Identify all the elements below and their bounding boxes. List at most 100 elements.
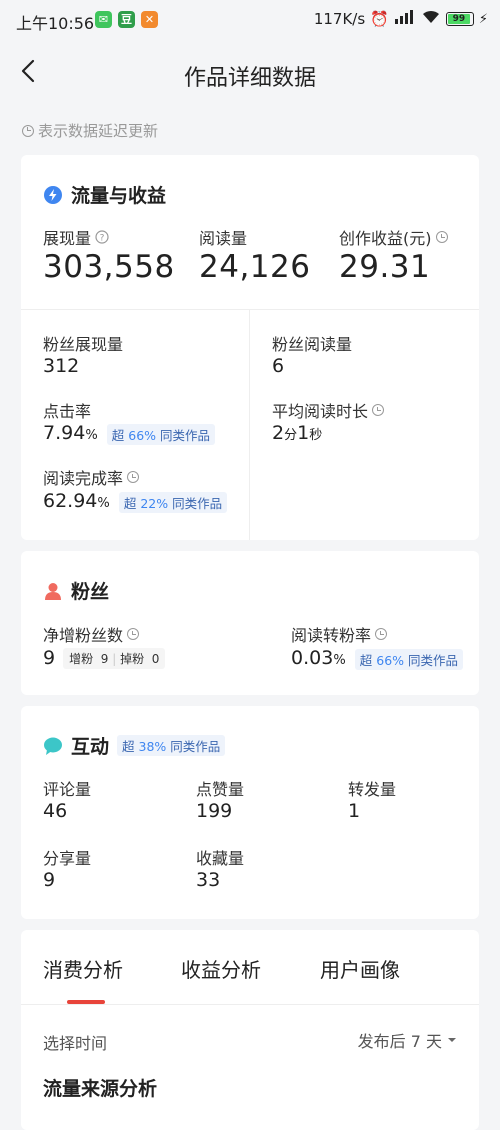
reads-label: 阅读量: [199, 229, 248, 248]
clock-icon: [372, 404, 385, 416]
exposure-label-text: 展现量: [43, 229, 92, 248]
avg-time-min: 2: [272, 422, 285, 444]
avg-time-value: 2分1秒: [272, 422, 322, 444]
tag-post: 同类作品: [170, 739, 221, 754]
tag-pct: 22%: [140, 496, 169, 511]
divider: [249, 309, 250, 540]
conv-value-row: 0.03% 超 66% 同类作品: [291, 647, 464, 670]
wifi-icon: [421, 10, 441, 28]
interaction-card-title: 互动 超 38% 同类作品: [43, 732, 226, 759]
tab-consumption[interactable]: 消费分析: [43, 954, 123, 983]
income-value: 29.31: [339, 249, 431, 285]
conv-tag: 超 66% 同类作品: [354, 649, 464, 670]
battery-icon: 99: [445, 12, 474, 26]
page-title: 作品详细数据: [183, 66, 316, 91]
completion-value-row: 62.94% 超 22% 同类作品: [43, 490, 228, 513]
fan-exposure-value: 312: [43, 355, 80, 377]
time-select-dropdown[interactable]: 发布后 7 天: [358, 1028, 457, 1052]
tag-pre: 超: [123, 496, 137, 511]
tag-pct: 66%: [128, 428, 157, 443]
fans-card-title: 粉丝: [43, 577, 109, 604]
time-select-label: 选择时间: [43, 1034, 108, 1053]
chat-bubble-icon: [44, 737, 62, 755]
battery-level: 99: [447, 14, 470, 24]
alarm-icon: ⏰: [370, 10, 389, 28]
traffic-card-title: 流量与收益: [43, 181, 166, 208]
traffic-title-text: 流量与收益: [71, 185, 167, 207]
reposts-value: 1: [348, 800, 361, 822]
completion-value: 62.94: [43, 490, 98, 512]
avg-time-label: 平均阅读时长: [272, 398, 385, 422]
clock-icon: [375, 628, 388, 640]
avg-time-label-text: 平均阅读时长: [272, 402, 369, 421]
douban-icon: 豆: [118, 11, 135, 28]
nav-bar: 作品详细数据: [0, 44, 500, 104]
favorites-value: 33: [196, 869, 221, 891]
net-fans-value: 9: [43, 647, 56, 669]
divider: [21, 309, 479, 310]
interaction-card: 互动 超 38% 同类作品 评论量 46 点赞量 199 转发量 1 分享量 9…: [21, 706, 479, 919]
fans-card: 粉丝 净增粉丝数 9 增粉 9 | 掉粉 0 阅读转粉率 0.03% 超 66%…: [21, 551, 479, 695]
avg-time-sec: 1: [297, 422, 310, 444]
signal-icon: [394, 10, 416, 28]
shares-value: 9: [43, 869, 56, 891]
charging-icon: ⚡: [478, 11, 488, 27]
reads-value: 24,126: [199, 249, 311, 285]
fans-title-text: 粉丝: [71, 581, 110, 603]
wechat-icon: ✉: [95, 11, 112, 28]
fan-reads-value: 6: [272, 355, 285, 377]
delay-note-text: 表示数据延迟更新: [38, 122, 159, 140]
income-label: 创作收益(元): [339, 225, 448, 249]
net-speed: 117K/s: [313, 10, 366, 28]
completion-label: 阅读完成率: [43, 465, 140, 489]
tag-post: 同类作品: [172, 496, 223, 511]
interaction-tag: 超 38% 同类作品: [117, 735, 226, 756]
app-notification-icon: ✕: [141, 11, 158, 28]
source-analysis-title: 流量来源分析: [43, 1078, 158, 1100]
tab-income[interactable]: 收益分析: [181, 954, 261, 983]
reposts-label: 转发量: [348, 780, 397, 799]
completion-tag: 超 22% 同类作品: [118, 492, 228, 513]
likes-label: 点赞量: [196, 780, 245, 799]
net-fans-row: 9 增粉 9 | 掉粉 0: [43, 647, 166, 669]
tag-post: 同类作品: [160, 428, 211, 443]
clock-icon: [435, 231, 448, 243]
tab-user-profile[interactable]: 用户画像: [320, 954, 400, 983]
user-icon: [45, 582, 61, 600]
fan-reads-label: 粉丝阅读量: [272, 335, 353, 354]
divider: [21, 1004, 479, 1005]
exposure-value: 303,558: [43, 249, 175, 285]
analysis-tabs: 消费分析 收益分析 用户画像 选择时间 发布后 7 天 流量来源分析: [21, 930, 479, 1130]
time-select-value: 发布后 7 天: [357, 1032, 442, 1051]
ctr-value: 7.94: [43, 422, 86, 444]
help-icon[interactable]: ?: [95, 230, 109, 244]
exposure-label: 展现量 ?: [43, 225, 109, 249]
net-fans-label: 净增粉丝数: [43, 622, 140, 646]
tag-post: 同类作品: [408, 653, 459, 668]
comments-value: 46: [43, 800, 68, 822]
completion-label-text: 阅读完成率: [43, 469, 124, 488]
ctr-value-row: 7.94% 超 66% 同类作品: [43, 422, 216, 445]
tag-pct: 38%: [138, 739, 167, 754]
caret-down-icon: [448, 1038, 456, 1042]
lose-value: 0: [151, 651, 160, 666]
clock-icon: [127, 471, 140, 483]
gain-value: 9: [100, 651, 109, 666]
clock-icon: [22, 124, 34, 137]
avg-time-min-unit: 分: [284, 428, 298, 443]
lose-label: 掉粉: [120, 651, 145, 666]
likes-value: 199: [196, 800, 233, 822]
tag-pct: 66%: [376, 653, 405, 668]
favorites-label: 收藏量: [196, 849, 245, 868]
status-right: 117K/s ⏰ 99 ⚡: [314, 10, 488, 28]
net-fans-label-text: 净增粉丝数: [43, 626, 124, 645]
svg-text:?: ?: [100, 234, 105, 244]
income-label-text: 创作收益(元): [339, 229, 432, 248]
fan-exposure-label: 粉丝展现量: [43, 335, 124, 354]
ctr-unit: %: [85, 428, 98, 443]
avg-time-sec-unit: 秒: [309, 428, 323, 443]
status-time: 上午10:56: [16, 14, 95, 33]
comments-label: 评论量: [43, 780, 92, 799]
interaction-title-text: 互动: [71, 736, 110, 758]
conv-unit: %: [333, 653, 346, 668]
